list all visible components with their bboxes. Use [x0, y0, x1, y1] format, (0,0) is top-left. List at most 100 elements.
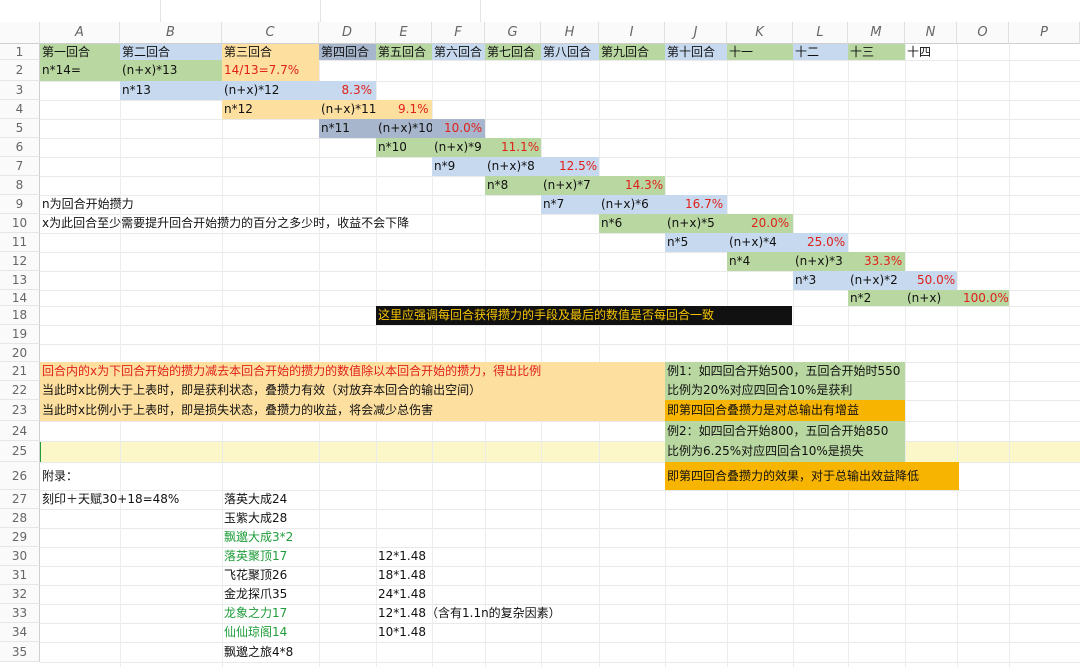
cell-F7[interactable]: n*9 — [432, 157, 485, 176]
row-header[interactable]: 20 — [0, 344, 40, 362]
cell-E5[interactable]: (n+x)*10 — [376, 119, 433, 138]
column-header[interactable]: H — [541, 22, 599, 44]
row-header[interactable]: 33 — [0, 604, 40, 623]
column-header[interactable]: N — [905, 22, 957, 44]
column-header[interactable]: B — [120, 22, 222, 44]
formula-bar[interactable] — [0, 0, 1080, 23]
row-header[interactable]: 19 — [0, 325, 40, 344]
column-header[interactable]: F — [432, 22, 485, 44]
cell-F6[interactable]: (n+x)*9 — [432, 138, 485, 157]
column-header[interactable]: E — [376, 22, 432, 44]
cell-L1[interactable]: 十二 — [793, 44, 848, 60]
cell-O14[interactable]: 100.0% — [957, 290, 1009, 306]
spreadsheet-grid[interactable]: A B C D E F G H I J K L M N O P 1 2 3 4 … — [0, 22, 1080, 667]
cell-B2[interactable]: (n+x)*13 — [120, 60, 222, 81]
column-header[interactable]: I — [599, 22, 665, 44]
column-header[interactable]: P — [1009, 22, 1080, 44]
row-header[interactable]: 21 — [0, 362, 40, 381]
cell-J23[interactable]: 即第四回合叠攒力是对总输出有增益 — [665, 400, 905, 421]
cell-E4[interactable]: 9.1% — [376, 100, 432, 119]
cell-C35[interactable]: 飘邈之旅4*8 — [222, 642, 319, 662]
row-header[interactable]: 34 — [0, 623, 40, 642]
cell-H1[interactable]: 第八回合 — [541, 44, 599, 60]
cell-L11[interactable]: 25.0% — [793, 233, 848, 252]
cell-E18[interactable]: 这里应强调每回合获得攒力的手段及最后的数值是否每回合一致 — [376, 306, 792, 325]
row-header[interactable]: 7 — [0, 157, 40, 176]
cell-F1[interactable]: 第六回合 — [432, 44, 485, 60]
cell-E34[interactable]: 10*1.48 — [376, 623, 476, 642]
cell-E1[interactable]: 第五回合 — [376, 44, 432, 60]
cell-I9[interactable]: (n+x)*6 — [599, 195, 665, 214]
cell-A21[interactable]: 回合内的x为下回合开始的攒力减去本回合开始的攒力的数值除以本回合开始的攒力，得出… — [40, 362, 665, 381]
cell-C31[interactable]: 飞花聚顶26 — [222, 566, 319, 585]
cell-G8[interactable]: n*8 — [485, 176, 541, 195]
cell-J10[interactable]: (n+x)*5 — [665, 214, 727, 233]
row-header[interactable]: 4 — [0, 100, 40, 119]
row-header[interactable]: 25 — [0, 441, 40, 462]
cell-M12[interactable]: 33.3% — [848, 252, 905, 271]
row-header[interactable]: 8 — [0, 176, 40, 195]
column-header[interactable]: J — [665, 22, 727, 44]
row-header[interactable]: 35 — [0, 642, 40, 662]
cell-C34[interactable]: 仙仙琼阁14 — [222, 623, 319, 642]
column-header[interactable]: L — [793, 22, 848, 44]
column-header[interactable]: K — [727, 22, 793, 44]
cell-J26[interactable]: 即第四回合叠攒力的效果，对于总输出效益降低 — [665, 462, 959, 490]
column-header[interactable]: M — [848, 22, 905, 44]
column-header[interactable]: C — [222, 22, 319, 44]
cell-L13[interactable]: n*3 — [793, 271, 848, 290]
row-header[interactable]: 27 — [0, 490, 40, 509]
cell-B3[interactable]: n*13 — [120, 81, 222, 100]
row-header[interactable]: 2 — [0, 60, 40, 81]
cell-C29[interactable]: 飘邈大成3*2 — [222, 528, 319, 547]
cell-C27[interactable]: 落英大成24 — [222, 490, 319, 509]
cell-E6[interactable]: n*10 — [376, 138, 432, 157]
cell-C2[interactable]: 14/13=7.7% — [222, 60, 319, 81]
cell-J25[interactable]: 比例为6.25%对应四回合10%是损失 — [665, 441, 905, 462]
cell-H9[interactable]: n*7 — [541, 195, 599, 214]
row-header[interactable]: 5 — [0, 119, 40, 138]
cell-L12[interactable]: (n+x)*3 — [793, 252, 848, 271]
cell-E33[interactable]: 12*1.48（含有1.1n的复杂因素） — [376, 604, 636, 623]
cell-C28[interactable]: 玉紫大成28 — [222, 509, 319, 528]
cell-C1[interactable]: 第三回合 — [222, 44, 319, 60]
cell-K12[interactable]: n*4 — [727, 252, 793, 271]
row-header[interactable]: 29 — [0, 528, 40, 547]
cell-M13[interactable]: (n+x)*2 — [848, 271, 905, 290]
row-header[interactable]: 1 — [0, 44, 40, 60]
cell-C30[interactable]: 落英聚顶17 — [222, 547, 319, 566]
cell-K1[interactable]: 十一 — [727, 44, 793, 60]
cell-G7[interactable]: (n+x)*8 — [485, 157, 541, 176]
cell-C33[interactable]: 龙象之力17 — [222, 604, 319, 623]
column-header[interactable]: D — [319, 22, 376, 44]
cell-D1[interactable]: 第四回合 — [319, 44, 376, 60]
cell-I8[interactable]: 14.3% — [599, 176, 665, 195]
cell-J22[interactable]: 比例为20%对应四回合10%是获利 — [665, 381, 905, 400]
cell-M14[interactable]: n*2 — [848, 290, 905, 306]
row-header[interactable]: 31 — [0, 566, 40, 585]
cell-K11[interactable]: (n+x)*4 — [727, 233, 793, 252]
cell-A9[interactable]: n为回合开始攒力 — [40, 195, 220, 214]
row-header[interactable]: 23 — [0, 400, 40, 421]
row-header[interactable]: 26 — [0, 462, 40, 490]
cell-M1[interactable]: 十三 — [848, 44, 905, 60]
row-header[interactable]: 24 — [0, 421, 40, 441]
cell-N1[interactable]: 十四 — [905, 44, 957, 60]
cell-C3[interactable]: (n+x)*12 — [222, 81, 319, 100]
cell-J24[interactable]: 例2：如四回合开始800，五回合开始850 — [665, 421, 905, 441]
cell-A23[interactable]: 当此时x比例小于上表时，即是损失状态，叠攒力的收益，将会减少总伤害 — [40, 400, 665, 421]
cell-D5[interactable]: n*11 — [319, 119, 376, 138]
cell-C32[interactable]: 金龙探爪35 — [222, 585, 319, 604]
cell-A10[interactable]: x为此回合至少需要提升回合开始攒力的百分之多少时，收益不会下降 — [40, 214, 470, 233]
row-header[interactable]: 10 — [0, 214, 40, 233]
name-box[interactable] — [0, 0, 161, 22]
cell-H7[interactable]: 12.5% — [541, 157, 599, 176]
cell-G1[interactable]: 第七回合 — [485, 44, 541, 60]
cell-E30[interactable]: 12*1.48 — [376, 547, 476, 566]
cell-I10[interactable]: n*6 — [599, 214, 665, 233]
row-header[interactable]: 12 — [0, 252, 40, 271]
cell-D3[interactable]: 8.3% — [319, 81, 376, 100]
row-header[interactable]: 22 — [0, 381, 40, 400]
cell-E31[interactable]: 18*1.48 — [376, 566, 476, 585]
row-header[interactable]: 32 — [0, 585, 40, 604]
